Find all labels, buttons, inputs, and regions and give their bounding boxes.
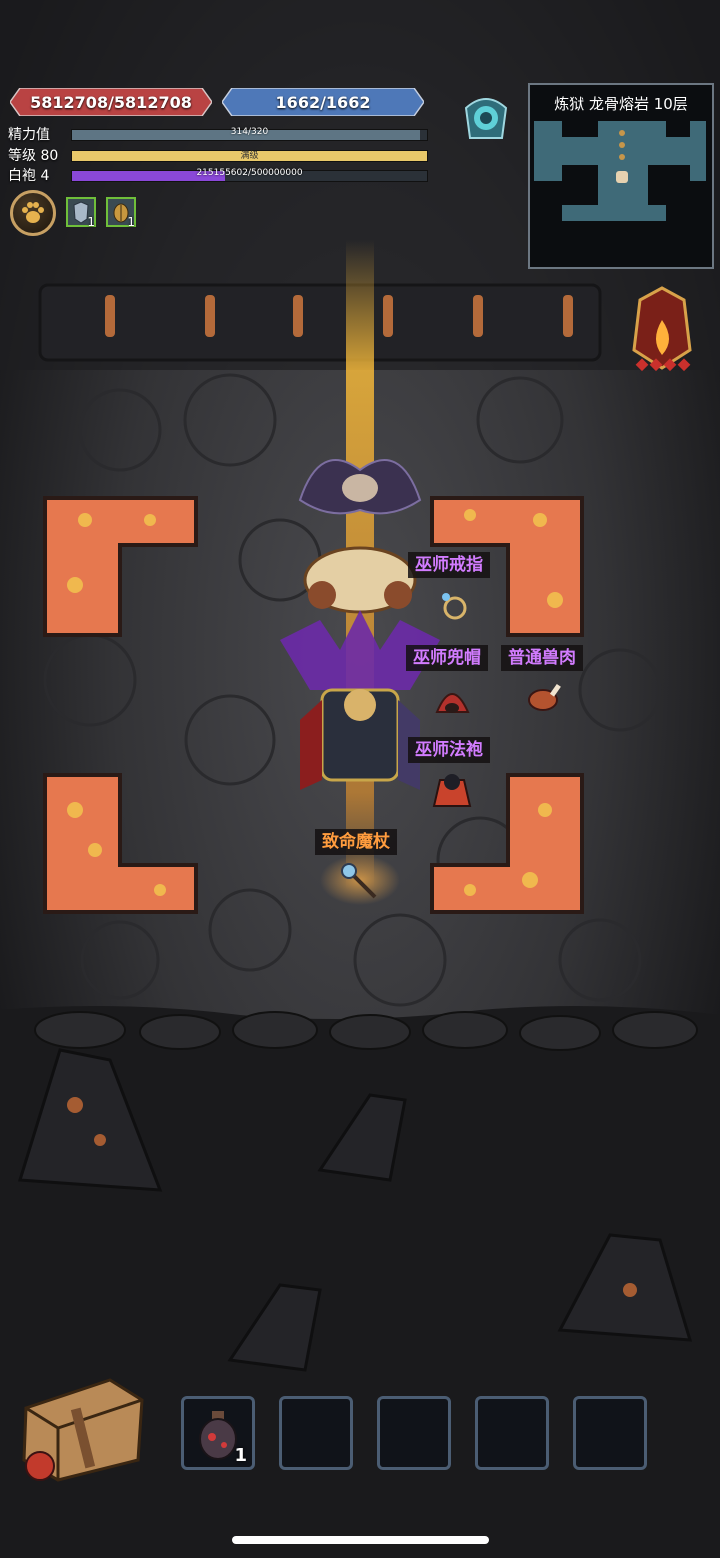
portal-icon — [464, 98, 508, 139]
buff-slot-armor[interactable]: 1 — [66, 197, 96, 229]
hat-name: 巫师兜帽 — [413, 648, 481, 668]
portal-button[interactable] — [458, 88, 514, 144]
buff-count: 1 — [87, 215, 95, 229]
item-label-meat[interactable]: 普通兽肉 — [501, 645, 583, 671]
quick-slot-5[interactable] — [573, 1396, 647, 1470]
hp-value: 5812708/5812708 — [30, 92, 192, 112]
item-label-ring[interactable]: 巫师戒指 — [408, 552, 490, 578]
level-bar: 等级 80 满级 — [8, 146, 428, 164]
minimap-player-marker — [616, 171, 628, 183]
minimap[interactable]: 炼狱 龙骨熔岩 10层 — [528, 83, 714, 269]
stamina-text: 314/320 — [230, 127, 269, 137]
stamina-label: 精力值 — [8, 127, 50, 143]
level-label: 等级 80 — [8, 148, 59, 164]
buff-count: 1 — [127, 215, 135, 229]
pet-paw-button[interactable] — [10, 190, 56, 236]
backpack-icon — [22, 1378, 144, 1482]
quick-slot-4[interactable] — [475, 1396, 549, 1470]
class-exp-text: 215155602/500000000 — [196, 168, 303, 178]
class-exp-bar: 白袍 4 215155602/500000000 — [8, 166, 428, 184]
item-label-robe[interactable]: 巫师法袍 — [408, 737, 490, 763]
ring-name: 巫师戒指 — [415, 555, 483, 575]
quick-slot-2[interactable] — [279, 1396, 353, 1470]
item-label-hat[interactable]: 巫师兜帽 — [406, 645, 488, 671]
buff-slot-beetle[interactable]: 1 — [106, 197, 136, 229]
quick-slot-1[interactable]: 1 — [181, 1396, 255, 1470]
mp-value: 1662/1662 — [275, 92, 371, 112]
quick-slot-3[interactable] — [377, 1396, 451, 1470]
stamina-track: 314/320 — [71, 127, 428, 141]
meat-name: 普通兽肉 — [508, 648, 576, 668]
staff-name: 致命魔杖 — [322, 832, 390, 852]
level-track: 满级 — [71, 150, 428, 162]
item-label-staff[interactable]: 致命魔杖 — [315, 829, 397, 855]
hp-banner: 5812708/5812708 — [10, 88, 212, 116]
minimap-title: 炼狱 龙骨熔岩 10层 — [554, 95, 688, 113]
robe-name: 巫师法袍 — [415, 740, 483, 760]
minimap-layout — [534, 121, 706, 221]
paw-icon — [22, 202, 44, 223]
backpack-button[interactable] — [18, 1368, 146, 1484]
class-exp-label: 白袍 4 — [8, 168, 50, 184]
mp-banner: 1662/1662 — [222, 88, 424, 116]
stamina-bar: 精力值 314/320 — [8, 125, 428, 143]
slot-count: 1 — [234, 1445, 247, 1466]
class-exp-track: 215155602/500000000 — [71, 168, 428, 182]
level-text: 满级 — [240, 151, 259, 161]
home-indicator[interactable] — [232, 1536, 489, 1544]
